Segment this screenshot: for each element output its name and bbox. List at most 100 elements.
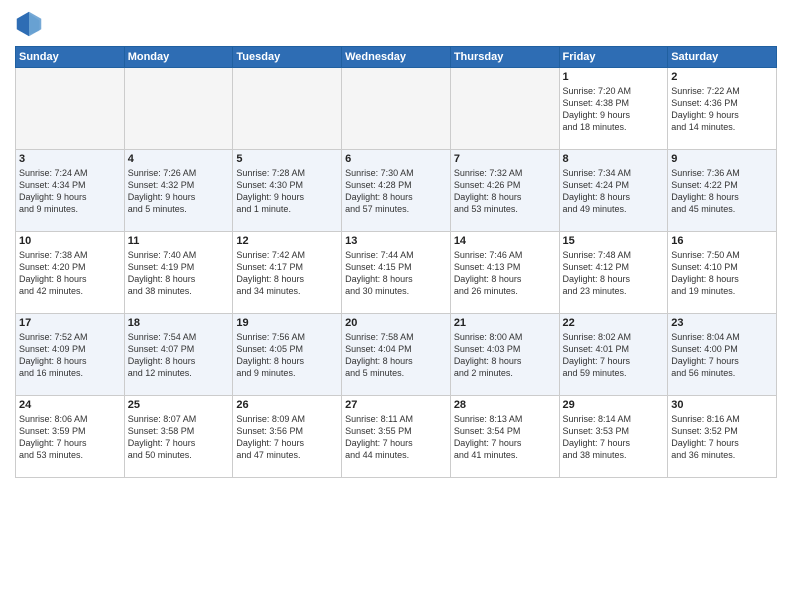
day-number: 15 <box>563 235 665 247</box>
day-cell: 21 Sunrise: 8:00 AM Sunset: 4:03 PM Dayli… <box>450 314 559 396</box>
day-number: 20 <box>345 317 447 329</box>
day-cell: 30 Sunrise: 8:16 AM Sunset: 3:52 PM Dayli… <box>668 396 777 478</box>
day-cell <box>450 68 559 150</box>
day-info: Sunrise: 7:46 AM Sunset: 4:13 PM Dayligh… <box>454 249 556 298</box>
day-number: 3 <box>19 153 121 165</box>
day-cell: 23 Sunrise: 8:04 AM Sunset: 4:00 PM Dayli… <box>668 314 777 396</box>
day-number: 7 <box>454 153 556 165</box>
day-cell: 22 Sunrise: 8:02 AM Sunset: 4:01 PM Dayli… <box>559 314 668 396</box>
day-cell: 18 Sunrise: 7:54 AM Sunset: 4:07 PM Dayli… <box>124 314 233 396</box>
weekday-header-saturday: Saturday <box>668 47 777 68</box>
day-cell: 6 Sunrise: 7:30 AM Sunset: 4:28 PM Daylig… <box>342 150 451 232</box>
day-cell: 2 Sunrise: 7:22 AM Sunset: 4:36 PM Daylig… <box>668 68 777 150</box>
day-info: Sunrise: 8:11 AM Sunset: 3:55 PM Dayligh… <box>345 413 447 462</box>
day-info: Sunrise: 8:04 AM Sunset: 4:00 PM Dayligh… <box>671 331 773 380</box>
day-number: 10 <box>19 235 121 247</box>
day-info: Sunrise: 8:00 AM Sunset: 4:03 PM Dayligh… <box>454 331 556 380</box>
week-row-4: 17Sunrise: 7:52 AM Sunset: 4:09 PM Dayli… <box>16 314 777 396</box>
day-cell: 17Sunrise: 7:52 AM Sunset: 4:09 PM Dayli… <box>16 314 125 396</box>
weekday-header-sunday: Sunday <box>16 47 125 68</box>
day-cell: 9 Sunrise: 7:36 AM Sunset: 4:22 PM Daylig… <box>668 150 777 232</box>
day-number: 14 <box>454 235 556 247</box>
day-number: 2 <box>671 71 773 83</box>
day-info: Sunrise: 7:26 AM Sunset: 4:32 PM Dayligh… <box>128 167 230 216</box>
day-cell: 10 Sunrise: 7:38 AM Sunset: 4:20 PM Dayli… <box>16 232 125 314</box>
day-info: Sunrise: 7:34 AM Sunset: 4:24 PM Dayligh… <box>563 167 665 216</box>
day-info: Sunrise: 7:36 AM Sunset: 4:22 PM Dayligh… <box>671 167 773 216</box>
day-cell: 27Sunrise: 8:11 AM Sunset: 3:55 PM Dayli… <box>342 396 451 478</box>
day-cell: 14 Sunrise: 7:46 AM Sunset: 4:13 PM Dayli… <box>450 232 559 314</box>
day-cell <box>342 68 451 150</box>
day-cell: 3 Sunrise: 7:24 AM Sunset: 4:34 PM Daylig… <box>16 150 125 232</box>
day-cell: 25 Sunrise: 8:07 AM Sunset: 3:58 PM Dayli… <box>124 396 233 478</box>
day-info: Sunrise: 7:50 AM Sunset: 4:10 PM Dayligh… <box>671 249 773 298</box>
day-cell: 5Sunrise: 7:28 AM Sunset: 4:30 PM Daylig… <box>233 150 342 232</box>
day-cell: 11 Sunrise: 7:40 AM Sunset: 4:19 PM Dayli… <box>124 232 233 314</box>
week-row-5: 24 Sunrise: 8:06 AM Sunset: 3:59 PM Dayli… <box>16 396 777 478</box>
day-number: 21 <box>454 317 556 329</box>
day-cell: 19Sunrise: 7:56 AM Sunset: 4:05 PM Dayli… <box>233 314 342 396</box>
week-row-3: 10 Sunrise: 7:38 AM Sunset: 4:20 PM Dayli… <box>16 232 777 314</box>
weekday-header-row: SundayMondayTuesdayWednesdayThursdayFrid… <box>16 47 777 68</box>
day-info: Sunrise: 7:22 AM Sunset: 4:36 PM Dayligh… <box>671 85 773 134</box>
day-number: 24 <box>19 399 121 411</box>
weekday-header-tuesday: Tuesday <box>233 47 342 68</box>
day-info: Sunrise: 8:13 AM Sunset: 3:54 PM Dayligh… <box>454 413 556 462</box>
weekday-header-monday: Monday <box>124 47 233 68</box>
day-number: 23 <box>671 317 773 329</box>
day-number: 18 <box>128 317 230 329</box>
day-cell: 7 Sunrise: 7:32 AM Sunset: 4:26 PM Daylig… <box>450 150 559 232</box>
logo <box>15 10 47 38</box>
day-info: Sunrise: 8:02 AM Sunset: 4:01 PM Dayligh… <box>563 331 665 380</box>
day-info: Sunrise: 7:58 AM Sunset: 4:04 PM Dayligh… <box>345 331 447 380</box>
day-info: Sunrise: 7:44 AM Sunset: 4:15 PM Dayligh… <box>345 249 447 298</box>
day-number: 25 <box>128 399 230 411</box>
day-info: Sunrise: 7:30 AM Sunset: 4:28 PM Dayligh… <box>345 167 447 216</box>
day-number: 28 <box>454 399 556 411</box>
day-number: 8 <box>563 153 665 165</box>
day-info: Sunrise: 7:48 AM Sunset: 4:12 PM Dayligh… <box>563 249 665 298</box>
day-cell: 13 Sunrise: 7:44 AM Sunset: 4:15 PM Dayli… <box>342 232 451 314</box>
day-info: Sunrise: 7:54 AM Sunset: 4:07 PM Dayligh… <box>128 331 230 380</box>
day-cell <box>124 68 233 150</box>
day-cell <box>16 68 125 150</box>
day-cell: 28 Sunrise: 8:13 AM Sunset: 3:54 PM Dayli… <box>450 396 559 478</box>
day-number: 6 <box>345 153 447 165</box>
day-number: 22 <box>563 317 665 329</box>
header <box>15 10 777 38</box>
day-cell <box>233 68 342 150</box>
day-cell: 29Sunrise: 8:14 AM Sunset: 3:53 PM Dayli… <box>559 396 668 478</box>
day-number: 11 <box>128 235 230 247</box>
day-info: Sunrise: 8:06 AM Sunset: 3:59 PM Dayligh… <box>19 413 121 462</box>
day-info: Sunrise: 7:56 AM Sunset: 4:05 PM Dayligh… <box>236 331 338 380</box>
day-cell: 26 Sunrise: 8:09 AM Sunset: 3:56 PM Dayli… <box>233 396 342 478</box>
day-info: Sunrise: 7:52 AM Sunset: 4:09 PM Dayligh… <box>19 331 121 380</box>
day-info: Sunrise: 8:14 AM Sunset: 3:53 PM Dayligh… <box>563 413 665 462</box>
day-info: Sunrise: 8:07 AM Sunset: 3:58 PM Dayligh… <box>128 413 230 462</box>
day-number: 1 <box>563 71 665 83</box>
day-number: 26 <box>236 399 338 411</box>
day-cell: 12Sunrise: 7:42 AM Sunset: 4:17 PM Dayli… <box>233 232 342 314</box>
day-info: Sunrise: 7:24 AM Sunset: 4:34 PM Dayligh… <box>19 167 121 216</box>
day-number: 13 <box>345 235 447 247</box>
day-number: 9 <box>671 153 773 165</box>
day-cell: 15 Sunrise: 7:48 AM Sunset: 4:12 PM Dayli… <box>559 232 668 314</box>
day-cell: 1 Sunrise: 7:20 AM Sunset: 4:38 PM Daylig… <box>559 68 668 150</box>
calendar-table: SundayMondayTuesdayWednesdayThursdayFrid… <box>15 46 777 478</box>
day-info: Sunrise: 8:16 AM Sunset: 3:52 PM Dayligh… <box>671 413 773 462</box>
day-info: Sunrise: 7:32 AM Sunset: 4:26 PM Dayligh… <box>454 167 556 216</box>
day-cell: 4 Sunrise: 7:26 AM Sunset: 4:32 PM Daylig… <box>124 150 233 232</box>
day-number: 4 <box>128 153 230 165</box>
day-number: 12 <box>236 235 338 247</box>
day-number: 30 <box>671 399 773 411</box>
weekday-header-wednesday: Wednesday <box>342 47 451 68</box>
day-info: Sunrise: 7:20 AM Sunset: 4:38 PM Dayligh… <box>563 85 665 134</box>
day-info: Sunrise: 7:38 AM Sunset: 4:20 PM Dayligh… <box>19 249 121 298</box>
day-number: 16 <box>671 235 773 247</box>
week-row-2: 3 Sunrise: 7:24 AM Sunset: 4:34 PM Daylig… <box>16 150 777 232</box>
day-cell: 24 Sunrise: 8:06 AM Sunset: 3:59 PM Dayli… <box>16 396 125 478</box>
day-info: Sunrise: 7:40 AM Sunset: 4:19 PM Dayligh… <box>128 249 230 298</box>
day-cell: 16 Sunrise: 7:50 AM Sunset: 4:10 PM Dayli… <box>668 232 777 314</box>
day-info: Sunrise: 8:09 AM Sunset: 3:56 PM Dayligh… <box>236 413 338 462</box>
logo-icon <box>15 10 43 38</box>
